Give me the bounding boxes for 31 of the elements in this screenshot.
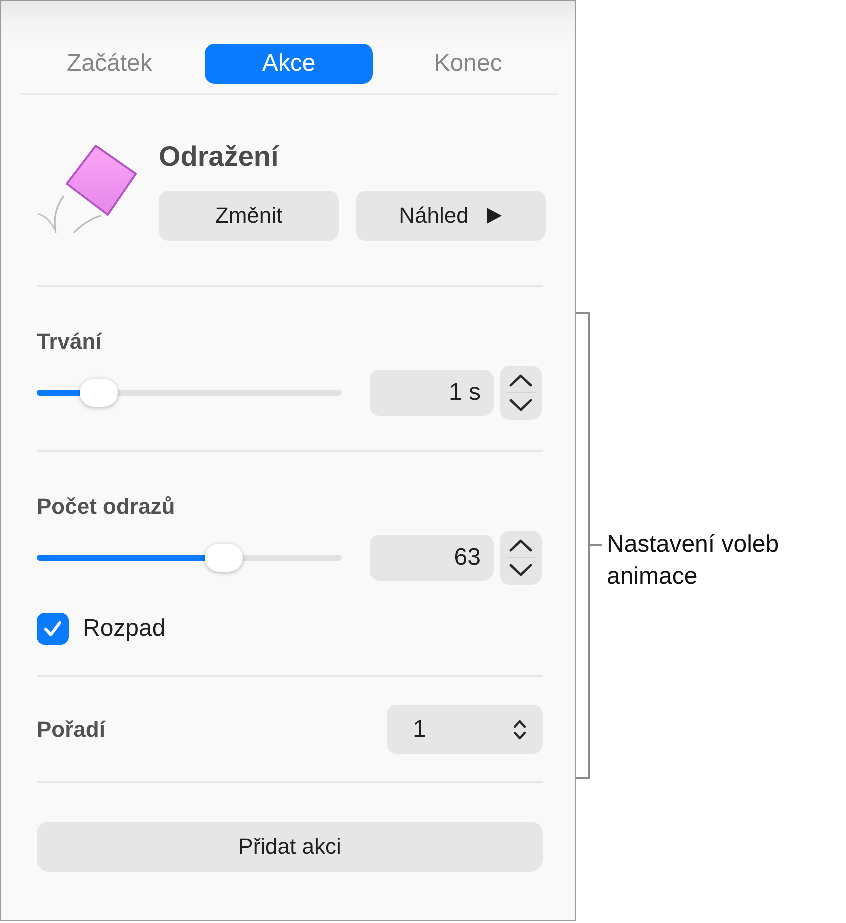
- slider-track[interactable]: [37, 544, 342, 572]
- up-down-chevron-icon: [513, 718, 527, 740]
- checkbox-label: Rozpad: [83, 615, 166, 643]
- tab[interactable]: Začátek: [26, 44, 194, 84]
- stepper[interactable]: [500, 366, 542, 420]
- stepper[interactable]: [500, 531, 542, 585]
- value-field[interactable]: 1 s: [370, 370, 494, 416]
- value-field[interactable]: 63: [370, 535, 494, 581]
- popup-value: 1: [413, 716, 426, 744]
- slider-thumb[interactable]: [205, 544, 244, 572]
- tab[interactable]: Konec: [384, 44, 552, 84]
- section-label: Trvání: [37, 329, 104, 355]
- effect-title: Odražení: [159, 140, 280, 174]
- preview-button[interactable]: Náhled: [356, 191, 546, 241]
- play-icon: [484, 207, 503, 225]
- chevron-up-icon: [509, 539, 533, 552]
- slider-thumb[interactable]: [80, 379, 118, 407]
- chevron-up-icon: [509, 374, 533, 387]
- chevron-down-icon: [509, 564, 533, 577]
- leader-line: [590, 544, 602, 546]
- chevron-down-icon: [509, 399, 533, 412]
- callout-label: Nastavení voleb animace: [607, 530, 780, 592]
- section-label: Počet odrazů: [37, 494, 176, 520]
- checkmark-icon: [43, 620, 63, 638]
- tab[interactable]: Akce: [205, 44, 373, 84]
- change-button[interactable]: Změnit: [159, 191, 339, 241]
- slider-track[interactable]: [37, 379, 342, 407]
- checkbox[interactable]: [37, 613, 69, 645]
- add-action-button[interactable]: Přidat akci: [37, 822, 543, 872]
- order-popup[interactable]: 1: [387, 705, 543, 754]
- section-label: Pořadí: [37, 716, 106, 742]
